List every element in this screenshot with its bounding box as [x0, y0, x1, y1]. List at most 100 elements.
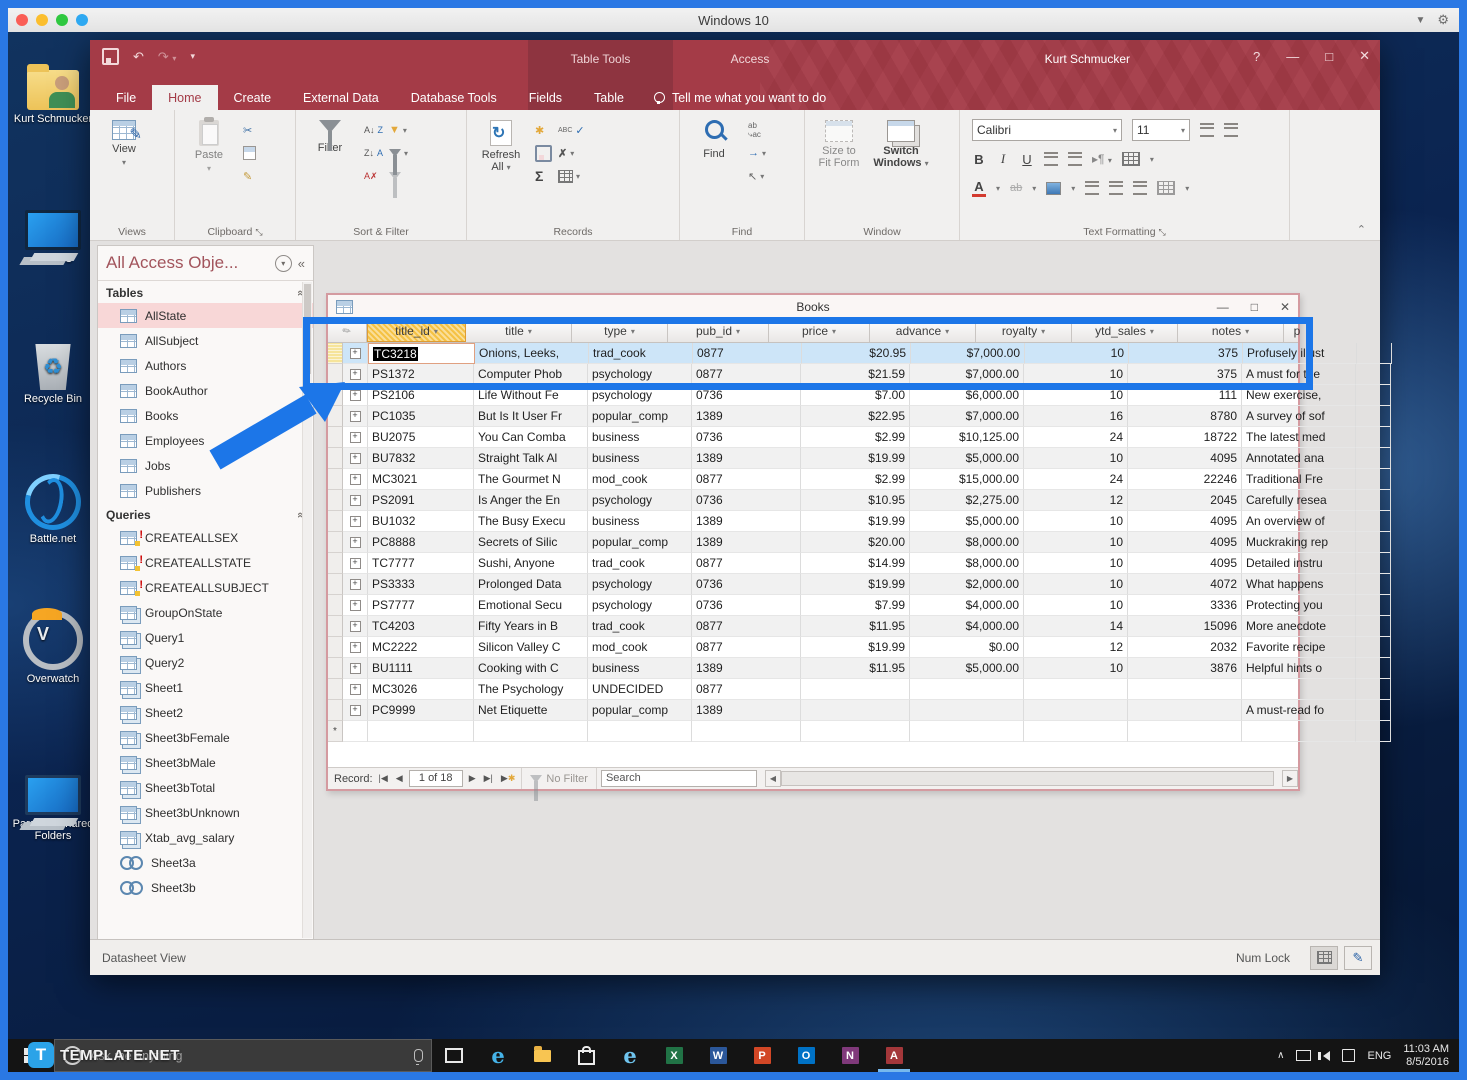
cell-p[interactable]: [1356, 658, 1391, 679]
font-size-combo[interactable]: 11▾: [1132, 119, 1190, 141]
expand-plus-icon[interactable]: +: [350, 558, 361, 569]
cell-ytd_sales[interactable]: [1128, 679, 1242, 700]
new-record-cell[interactable]: [368, 721, 474, 742]
cell-p[interactable]: [1356, 679, 1391, 700]
cell-price[interactable]: $22.95: [801, 406, 910, 427]
cell-title[interactable]: The Psychology: [474, 679, 588, 700]
cell-royalty[interactable]: 14: [1024, 616, 1128, 637]
cell-title[interactable]: Sushi, Anyone: [474, 553, 588, 574]
cell-advance[interactable]: $4,000.00: [910, 595, 1024, 616]
expand-row-button[interactable]: +: [343, 553, 368, 574]
cell-pub_id[interactable]: 0877: [692, 553, 801, 574]
taskbar-outlook[interactable]: O: [784, 1039, 828, 1072]
expand-plus-icon[interactable]: +: [350, 621, 361, 632]
expand-row-button[interactable]: +: [343, 511, 368, 532]
cell-pub_id[interactable]: 0877: [692, 637, 801, 658]
navpane-item-sheet3bunknown[interactable]: Sheet3bUnknown: [98, 800, 313, 825]
navpane-item-allsubject[interactable]: AllSubject: [98, 328, 313, 353]
cell-title[interactable]: But Is It User Fr: [474, 406, 588, 427]
cell-advance[interactable]: [910, 679, 1024, 700]
record-position-box[interactable]: 1 of 18: [409, 770, 463, 787]
taskbar-internet-explorer[interactable]: e: [608, 1039, 652, 1072]
expand-plus-icon[interactable]: +: [350, 705, 361, 716]
cell-advance[interactable]: $15,000.00: [910, 469, 1024, 490]
navpane-item-sheet3bmale[interactable]: Sheet3bMale: [98, 750, 313, 775]
cell-title[interactable]: Is Anger the En: [474, 490, 588, 511]
new-record-cell[interactable]: [1356, 721, 1391, 742]
background-color-icon[interactable]: [1046, 182, 1061, 195]
cell-ytd_sales[interactable]: 8780: [1128, 406, 1242, 427]
goto-button[interactable]: →▾: [748, 145, 766, 161]
cell-advance[interactable]: $10,125.00: [910, 427, 1024, 448]
taskbar-store[interactable]: [564, 1039, 608, 1072]
new-record-cell[interactable]: [910, 721, 1024, 742]
spelling-button[interactable]: ABC✓: [558, 122, 585, 138]
cell-title_id[interactable]: PS2091: [368, 490, 474, 511]
desktop-icon-recycle-bin[interactable]: ♻Recycle Bin: [10, 332, 96, 405]
cell-title[interactable]: The Busy Execu: [474, 511, 588, 532]
cell-p[interactable]: [1356, 595, 1391, 616]
cell-title_id[interactable]: BU1111: [368, 658, 474, 679]
cell-p[interactable]: [1356, 406, 1391, 427]
copy-button[interactable]: [243, 145, 256, 161]
cell-title_id[interactable]: MC2222: [368, 637, 474, 658]
taskbar-access[interactable]: A: [872, 1039, 916, 1072]
cell-ytd_sales[interactable]: 22246: [1128, 469, 1242, 490]
cell-type[interactable]: psychology: [588, 574, 692, 595]
row-selector[interactable]: [328, 532, 343, 553]
table-row[interactable]: +PC1035But Is It User Frpopular_comp1389…: [328, 406, 1298, 427]
cell-advance[interactable]: $8,000.00: [910, 553, 1024, 574]
cell-ytd_sales[interactable]: 4095: [1128, 532, 1242, 553]
cell-royalty[interactable]: 10: [1024, 511, 1128, 532]
cell-p[interactable]: [1356, 427, 1391, 448]
cell-title_id[interactable]: BU1032: [368, 511, 474, 532]
cell-advance[interactable]: $5,000.00: [910, 448, 1024, 469]
cell-advance[interactable]: $5,000.00: [910, 511, 1024, 532]
expand-plus-icon[interactable]: +: [350, 537, 361, 548]
cell-title_id[interactable]: MC3026: [368, 679, 474, 700]
more-button[interactable]: ▾: [558, 168, 585, 184]
cell-notes[interactable]: What happens: [1242, 574, 1356, 595]
table-row[interactable]: +TC4203Fifty Years in Btrad_cook0877$11.…: [328, 616, 1298, 637]
new-record-cell[interactable]: [801, 721, 910, 742]
cell-title[interactable]: The Gourmet N: [474, 469, 588, 490]
cell-ytd_sales[interactable]: 4095: [1128, 511, 1242, 532]
undo-icon[interactable]: ↶: [133, 49, 144, 65]
cell-notes[interactable]: A survey of sof: [1242, 406, 1356, 427]
cell-p[interactable]: [1356, 637, 1391, 658]
taskbar-task-view[interactable]: [432, 1039, 476, 1072]
cell-notes[interactable]: A must-read fo: [1242, 700, 1356, 721]
cell-price[interactable]: $2.99: [801, 469, 910, 490]
show-hidden-icons-icon[interactable]: ∧: [1277, 1050, 1284, 1061]
numbering-icon[interactable]: [1224, 123, 1238, 137]
cell-notes[interactable]: Annotated ana: [1242, 448, 1356, 469]
scroll-right-icon[interactable]: ▶: [1282, 770, 1298, 787]
cell-royalty[interactable]: 24: [1024, 427, 1128, 448]
tab-table[interactable]: Table: [578, 85, 640, 110]
cell-type[interactable]: business: [588, 448, 692, 469]
cell-title_id[interactable]: PS3333: [368, 574, 474, 595]
cell-pub_id[interactable]: 1389: [692, 658, 801, 679]
advanced-filter-button[interactable]: ▾: [389, 145, 408, 161]
navpane-shutter-icon[interactable]: «: [298, 256, 305, 271]
expand-plus-icon[interactable]: +: [350, 663, 361, 674]
cell-price[interactable]: $11.95: [801, 658, 910, 679]
row-selector[interactable]: [328, 616, 343, 637]
table-row[interactable]: +BU2075You Can Combabusiness0736$2.99$10…: [328, 427, 1298, 448]
cell-type[interactable]: trad_cook: [588, 616, 692, 637]
align-center-icon[interactable]: [1109, 181, 1123, 195]
table-row[interactable]: +BU1032The Busy Execubusiness1389$19.99$…: [328, 511, 1298, 532]
align-right-icon[interactable]: [1133, 181, 1147, 195]
expand-plus-icon[interactable]: +: [350, 600, 361, 611]
cell-notes[interactable]: Detailed instru: [1242, 553, 1356, 574]
expand-row-button[interactable]: +: [343, 700, 368, 721]
table-row[interactable]: +PS7777Emotional Secupsychology0736$7.99…: [328, 595, 1298, 616]
cell-advance[interactable]: $2,000.00: [910, 574, 1024, 595]
cell-p[interactable]: [1356, 511, 1391, 532]
cell-price[interactable]: $19.99: [801, 448, 910, 469]
cell-notes[interactable]: An overview of: [1242, 511, 1356, 532]
row-selector[interactable]: [328, 553, 343, 574]
navpane-item-sheet3bfemale[interactable]: Sheet3bFemale: [98, 725, 313, 750]
navpane-item-sheet3a[interactable]: Sheet3a: [98, 850, 313, 875]
cell-price[interactable]: $19.99: [801, 574, 910, 595]
